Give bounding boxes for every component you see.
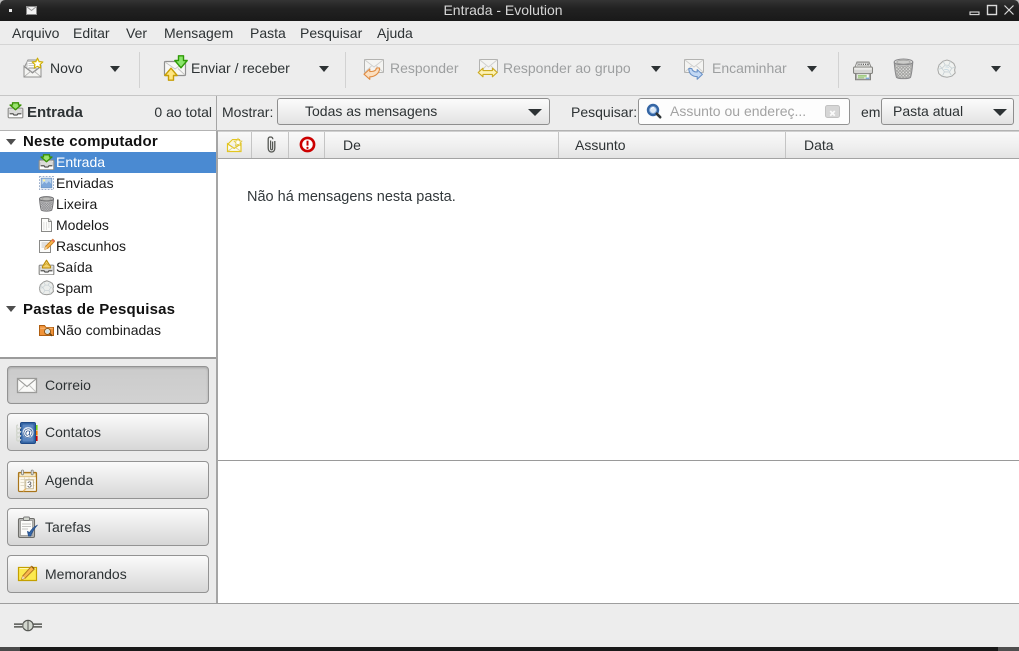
svg-text:@: @	[23, 427, 34, 439]
svg-text:3: 3	[27, 479, 32, 489]
